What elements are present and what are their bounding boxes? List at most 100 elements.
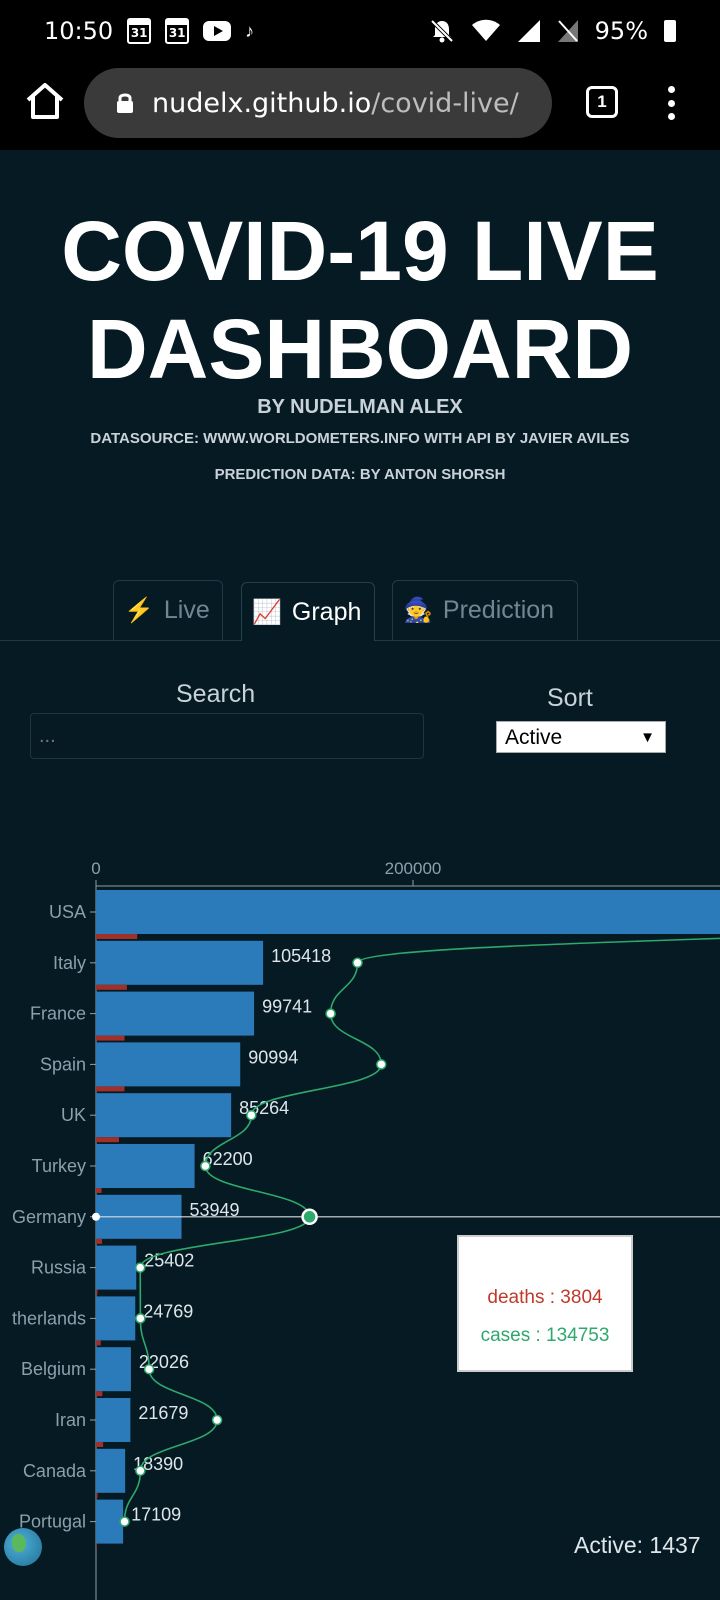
url-text: nudelx.github.io/covid-live/ bbox=[152, 87, 519, 119]
signal-icon bbox=[517, 20, 540, 42]
sort-select[interactable]: Active ▼ bbox=[496, 721, 666, 753]
deaths-bar bbox=[96, 1289, 98, 1295]
active-bar bbox=[96, 890, 720, 934]
category-label: therlands bbox=[12, 1308, 86, 1328]
prediction-credit: PREDICTION DATA: BY ANTON SHORSH bbox=[214, 466, 506, 483]
category-label: Turkey bbox=[32, 1156, 86, 1176]
deaths-bar bbox=[96, 1340, 101, 1346]
tooltip-deaths: deaths : 3804 bbox=[487, 1287, 603, 1308]
x-tick-label: 200000 bbox=[385, 859, 442, 878]
cases-point bbox=[119, 1516, 130, 1527]
deaths-bar bbox=[96, 934, 138, 939]
deaths-bar bbox=[96, 1188, 102, 1193]
category-label: Canada bbox=[23, 1461, 87, 1481]
address-bar[interactable]: nudelx.github.io/covid-live/ bbox=[84, 68, 552, 138]
active-cases-chart: 02000004USAItaly105418France99741Spain90… bbox=[12, 859, 720, 1600]
active-bar bbox=[96, 1296, 136, 1341]
cases-point bbox=[135, 1465, 146, 1477]
category-label: Iran bbox=[55, 1410, 86, 1430]
battery-icon bbox=[664, 20, 676, 42]
battery-percent: 95% bbox=[594, 17, 648, 45]
wifi-icon bbox=[471, 19, 500, 41]
deaths-bar bbox=[96, 984, 127, 990]
value-label: 17109 bbox=[131, 1505, 181, 1525]
tab-switcher-button[interactable]: 1 bbox=[586, 86, 618, 118]
calendar-icon: 31 bbox=[127, 18, 152, 44]
value-label: 99741 bbox=[262, 997, 312, 1017]
active-bar bbox=[96, 991, 255, 1036]
globe-icon[interactable] bbox=[4, 1528, 42, 1566]
page: COVID-19 LIVE DASHBOARD BY NUDELMAN ALEX… bbox=[0, 150, 720, 1600]
lightning-icon: ⚡ bbox=[124, 597, 154, 624]
deaths-bar bbox=[96, 1035, 125, 1041]
category-label: Belgium bbox=[21, 1359, 86, 1379]
no-sim-icon bbox=[557, 20, 578, 42]
value-label: 105418 bbox=[271, 946, 331, 966]
category-label: UK bbox=[61, 1105, 86, 1125]
category-label: Italy bbox=[53, 953, 86, 973]
search-label: Search bbox=[176, 680, 256, 708]
datasource-credit: DATASOURCE: WWW.WORLDOMETERS.INFO WITH A… bbox=[90, 430, 630, 447]
clock: 10:50 bbox=[44, 17, 114, 45]
hover-axis-dot bbox=[92, 1212, 100, 1221]
sort-label: Sort bbox=[547, 684, 593, 712]
byline: BY NUDELMAN ALEX bbox=[257, 396, 463, 418]
chart-icon: 📈 bbox=[252, 598, 282, 626]
category-label: USA bbox=[49, 902, 86, 922]
wizard-icon: 🧙 bbox=[403, 597, 433, 624]
deaths-bar bbox=[96, 1543, 97, 1549]
page-title: COVID-19 LIVE DASHBOARD bbox=[61, 204, 659, 396]
deaths-bar bbox=[96, 1442, 104, 1447]
cases-point bbox=[200, 1160, 211, 1172]
value-label: 24769 bbox=[143, 1301, 193, 1321]
browser-toolbar: nudelx.github.io/covid-live/ 1 bbox=[0, 62, 720, 150]
value-label: 25402 bbox=[144, 1251, 194, 1271]
active-bar bbox=[96, 1245, 137, 1290]
cases-point-highlight bbox=[301, 1208, 318, 1226]
active-bar bbox=[96, 1042, 241, 1087]
deaths-bar bbox=[96, 1492, 98, 1498]
home-icon[interactable] bbox=[24, 80, 66, 122]
tab-prediction[interactable]: 🧙 Prediction bbox=[392, 580, 578, 640]
deaths-bar bbox=[96, 1086, 125, 1092]
calendar-icon: 31 bbox=[165, 18, 190, 44]
overflow-menu-icon[interactable] bbox=[664, 86, 678, 120]
active-bar bbox=[96, 1093, 232, 1138]
tab-graph[interactable]: 📈 Graph bbox=[241, 582, 375, 641]
active-bar bbox=[96, 1144, 195, 1188]
category-label: Russia bbox=[31, 1258, 87, 1278]
active-bar bbox=[96, 940, 264, 985]
x-tick-label: 0 bbox=[91, 859, 100, 878]
mute-notifications-icon bbox=[430, 19, 454, 43]
tiktok-icon: ♪ bbox=[245, 20, 255, 41]
active-bar bbox=[96, 1398, 131, 1442]
active-bar bbox=[96, 1448, 126, 1493]
value-label: 90994 bbox=[248, 1047, 298, 1067]
deaths-bar bbox=[96, 1137, 119, 1143]
cases-point bbox=[246, 1109, 257, 1121]
cases-point bbox=[135, 1313, 146, 1324]
status-bar: 10:50 31 31 ♪ 95% bbox=[0, 0, 720, 62]
lock-icon bbox=[117, 93, 133, 113]
category-label: Spain bbox=[40, 1054, 86, 1074]
search-input[interactable] bbox=[30, 713, 424, 759]
category-label: Germany bbox=[12, 1207, 86, 1227]
value-label: 21679 bbox=[138, 1403, 188, 1423]
cases-point bbox=[352, 957, 363, 969]
cases-point bbox=[134, 1262, 146, 1273]
tab-live[interactable]: ⚡ Live bbox=[113, 580, 223, 640]
cases-point bbox=[325, 1008, 336, 1019]
youtube-icon bbox=[203, 21, 232, 41]
deaths-bar bbox=[96, 1238, 103, 1244]
active-bar bbox=[96, 1499, 124, 1544]
active-total: Active: 1437 bbox=[574, 1532, 701, 1558]
cases-point bbox=[211, 1414, 223, 1426]
cases-point bbox=[143, 1363, 155, 1375]
tooltip-cases: cases : 134753 bbox=[480, 1325, 610, 1346]
category-label: France bbox=[30, 1004, 86, 1024]
chevron-down-icon: ▼ bbox=[640, 729, 655, 746]
active-bar bbox=[96, 1347, 131, 1392]
deaths-bar bbox=[96, 1391, 103, 1397]
cases-point bbox=[376, 1059, 387, 1070]
chart-tooltip: deaths : 3804 cases : 134753 bbox=[457, 1235, 633, 1372]
